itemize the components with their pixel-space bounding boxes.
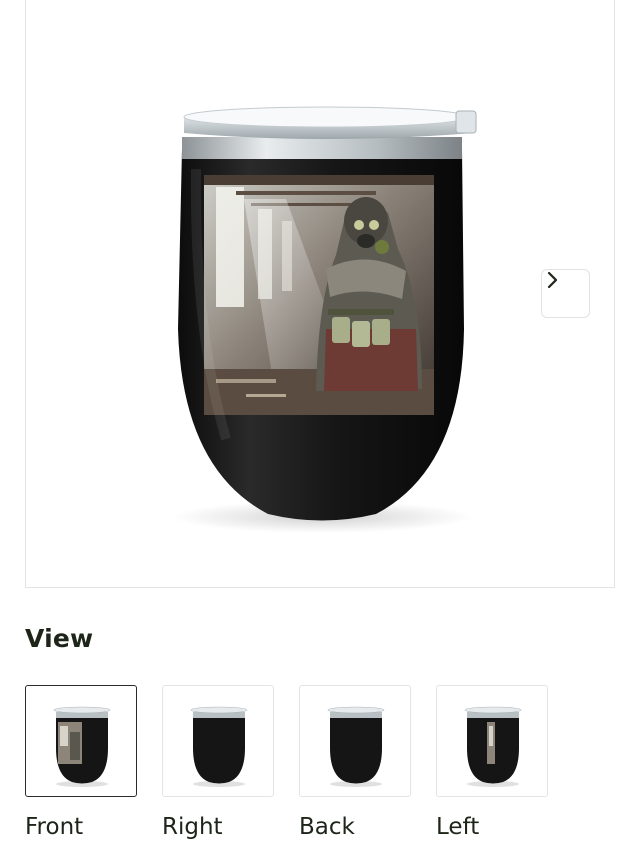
tumbler-illustration	[172, 106, 477, 533]
thumbnail-label-front: Front	[25, 814, 84, 840]
chevron-right-icon	[547, 271, 558, 289]
thumbnail-tumbler-image	[464, 706, 522, 787]
view-section-heading: View	[25, 624, 94, 653]
thumbnail-label-back: Back	[299, 814, 355, 840]
product-gallery-page: View Front Right Back Left	[0, 0, 640, 853]
thumbnail-right[interactable]	[162, 685, 274, 797]
thumbnail-front[interactable]	[25, 685, 137, 797]
thumbnail-label-right: Right	[162, 814, 223, 840]
tumbler-artwork	[204, 175, 434, 415]
main-product-image[interactable]	[25, 0, 615, 588]
thumbnail-back[interactable]	[299, 685, 411, 797]
thumbnail-tumbler-image	[190, 706, 248, 787]
thumbnail-tumbler-image	[53, 706, 111, 787]
next-image-button[interactable]	[541, 269, 590, 318]
thumbnail-label-left: Left	[436, 814, 480, 840]
thumbnail-left[interactable]	[436, 685, 548, 797]
thumbnail-tumbler-image	[327, 706, 385, 787]
